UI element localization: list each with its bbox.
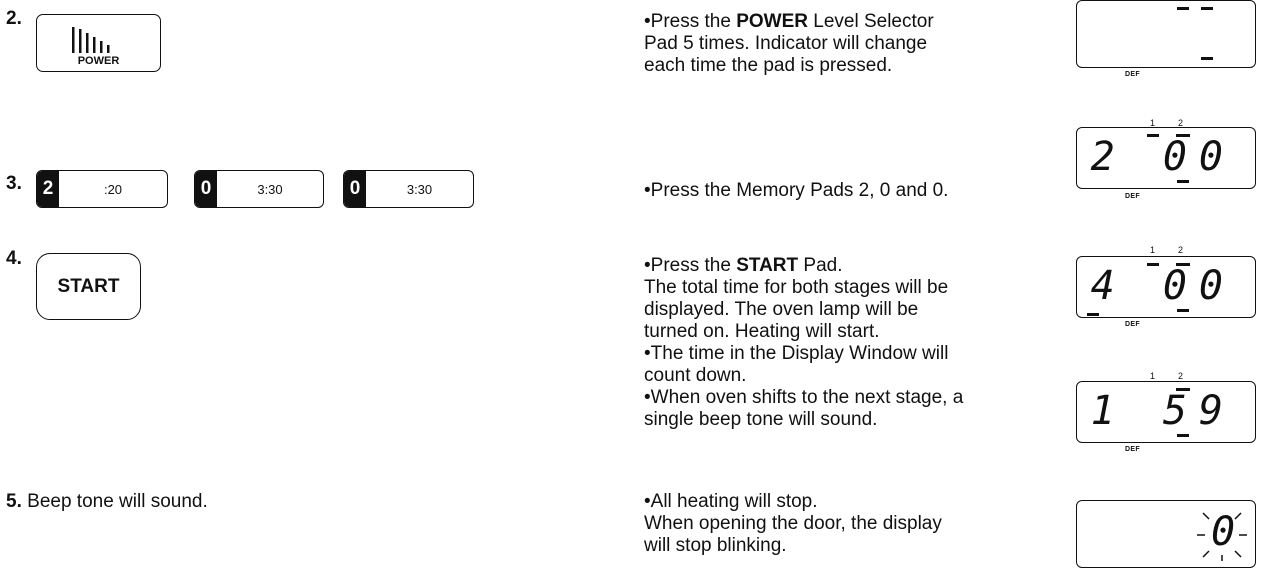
- display-window-step-3: 2 00: [1076, 127, 1256, 189]
- step-4-description: •Press the START Pad. The total time for…: [644, 255, 1044, 431]
- step-2-description: •Press the POWER Level Selector Pad 5 ti…: [644, 11, 1024, 77]
- step-2-desc-line: Pad 5 times. Indicator will change: [644, 33, 928, 54]
- display-window-step-4b: 1 59: [1076, 381, 1256, 443]
- step-4-desc-bold: START: [736, 255, 799, 276]
- step-5-desc-line: When opening the door, the display: [644, 513, 942, 534]
- step-2-desc-pre: •Press the: [644, 11, 737, 32]
- step-5-description: •All heating will stop. When opening the…: [644, 491, 1044, 557]
- power-level-pad[interactable]: POWER: [36, 14, 161, 72]
- memory-pad-key: 0: [195, 171, 217, 207]
- memory-pad-key: 0: [344, 171, 366, 207]
- lcd-index-1: 1: [1150, 371, 1156, 381]
- lcd-index-2: 2: [1178, 245, 1184, 255]
- step-4-desc-post: Pad.: [798, 255, 843, 276]
- display-window-step-4a: 4 00: [1076, 256, 1256, 318]
- lcd-index-1: 1: [1150, 245, 1156, 255]
- step-3-number: 3.: [6, 173, 22, 194]
- step-4-desc-line: displayed. The oven lamp will be: [644, 299, 919, 320]
- step-5-line: 5. Beep tone will sound.: [6, 491, 208, 513]
- display-window-step-2: [1076, 0, 1256, 68]
- step-4-desc-line: turned on. Heating will start.: [644, 321, 880, 342]
- def-label: DEF: [1125, 193, 1140, 200]
- lcd-digits: 4 00: [1090, 263, 1235, 309]
- def-label: DEF: [1125, 321, 1140, 328]
- step-2-desc-post: Level Selector: [807, 11, 934, 32]
- lcd-digits: 0: [1211, 509, 1236, 555]
- lcd-digits: 1 59: [1090, 388, 1235, 434]
- memory-pad-time: 3:30: [406, 181, 433, 197]
- step-4-desc-line: The total time for both stages will be: [644, 277, 949, 298]
- step-2-number: 2.: [6, 8, 22, 29]
- memory-pad-time: 3:30: [257, 181, 283, 197]
- start-button[interactable]: START: [36, 253, 141, 320]
- memory-pad-time: :20: [103, 181, 123, 197]
- step-5-desc-line: will stop blinking.: [644, 535, 787, 556]
- step-2-desc-line: each time the pad is pressed.: [644, 55, 893, 76]
- power-bars-icon: [72, 27, 110, 53]
- memory-pad-2[interactable]: 2 :20: [36, 170, 168, 208]
- def-label: DEF: [1125, 446, 1140, 453]
- memory-pad-key: 2: [37, 171, 59, 207]
- step-3-description: •Press the Memory Pads 2, 0 and 0.: [644, 180, 949, 201]
- step-2-desc-bold: POWER: [736, 11, 808, 32]
- step-5-number: 5.: [6, 491, 22, 512]
- step-4-number: 4.: [6, 248, 22, 269]
- memory-pad-0-b[interactable]: 0 3:30: [343, 170, 474, 208]
- lcd-index-2: 2: [1178, 371, 1184, 381]
- display-window-step-5: 0: [1076, 500, 1256, 568]
- step-5-text: Beep tone will sound.: [27, 491, 208, 512]
- power-pad-label: POWER: [77, 55, 120, 67]
- memory-pad-0-a[interactable]: 0 3:30: [194, 170, 324, 208]
- step-4-desc-line: count down.: [644, 365, 747, 386]
- step-5-desc-line: •All heating will stop.: [644, 491, 818, 512]
- def-label: DEF: [1125, 71, 1140, 78]
- step-4-desc-line: •When oven shifts to the next stage, a: [644, 387, 964, 408]
- lcd-digits: 2 00: [1090, 134, 1235, 180]
- step-4-desc-pre: •Press the: [644, 255, 737, 276]
- step-4-desc-line: •The time in the Display Window will: [644, 343, 949, 364]
- step-4-desc-line: single beep tone will sound.: [644, 409, 878, 430]
